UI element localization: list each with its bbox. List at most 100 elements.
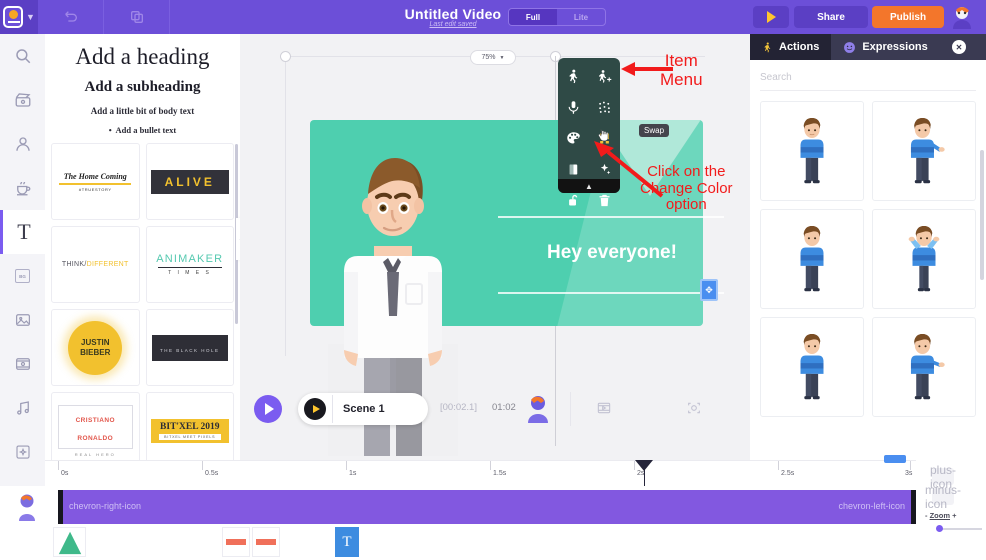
close-panel-button[interactable]: ✕ — [952, 40, 966, 54]
panel-scrollbar[interactable] — [980, 150, 984, 280]
list-item[interactable] — [872, 209, 976, 309]
chevron-up-icon: ▲ — [585, 181, 593, 191]
sidebar-item-music[interactable] — [0, 386, 45, 430]
left-tool-rail: T BG — [0, 34, 45, 518]
list-item[interactable] — [53, 527, 86, 557]
template-line-1: JUSTIN — [81, 337, 110, 347]
template-line-2: #TRUESTORY — [78, 186, 112, 192]
sidebar-item-search[interactable] — [0, 34, 45, 78]
list-item[interactable] — [872, 317, 976, 417]
effects-icon — [600, 163, 611, 175]
character-stand-icon — [800, 118, 824, 184]
list-item[interactable] — [760, 209, 864, 309]
sidebar-item-image[interactable] — [0, 298, 45, 342]
list-item[interactable]: BIT'XEL 2019 BITXEL MEET PIXELS — [145, 392, 234, 460]
list-item[interactable] — [252, 527, 280, 557]
green-triangle-icon — [58, 531, 82, 555]
right-panel: Actions Expressions ✕ Search — [750, 34, 986, 460]
sidebar-item-video[interactable] — [0, 78, 45, 122]
tick-label: 3s — [905, 470, 913, 477]
search-input[interactable]: Search — [760, 72, 976, 91]
timeline-ruler[interactable]: 0s 0.5s 1s 1.5s 2s 2.5s 3s — [45, 460, 986, 486]
sidebar-item-video-clip[interactable] — [0, 342, 45, 386]
item-menu-voice[interactable] — [558, 95, 589, 120]
item-menu-animate[interactable] — [589, 95, 620, 120]
play-button[interactable] — [254, 395, 282, 423]
share-button[interactable]: Share — [794, 6, 868, 28]
list-item[interactable]: THINK/DIFFERENT — [51, 226, 140, 303]
music-note-icon — [16, 401, 29, 415]
sidebar-item-background[interactable]: BG — [0, 254, 45, 298]
add-body-text-option[interactable]: Add a little bit of body text — [45, 106, 240, 116]
layer-character-avatar[interactable] — [14, 492, 40, 522]
sidebar-item-character[interactable] — [0, 122, 45, 166]
chevron-down-icon[interactable]: ▼ — [26, 12, 35, 22]
red-bar-icon — [256, 539, 276, 545]
sidebar-item-props[interactable] — [0, 166, 45, 210]
template-line-1: BIT'XEL 2019 — [160, 421, 220, 432]
zoom-slider[interactable] — [936, 525, 982, 532]
item-menu-walk-action[interactable] — [558, 64, 589, 89]
scene-play-button[interactable] — [304, 398, 326, 420]
app-logo-button[interactable]: ▼ — [0, 0, 38, 34]
list-item[interactable]: CRISTIANO RONALDO REAL HERO — [51, 392, 140, 460]
sidebar-item-text[interactable]: T — [0, 210, 45, 254]
animaker-logo-icon — [3, 6, 24, 28]
scene-track[interactable]: chevron-right-icon chevron-left-icon — [58, 490, 916, 524]
zoom-out-button[interactable]: minus-icon — [925, 483, 961, 511]
zoom-level-selector[interactable]: 75% ▼ — [470, 50, 516, 65]
tab-expressions[interactable]: Expressions ✕ — [831, 34, 986, 60]
smiley-face-icon — [844, 41, 856, 53]
tab-actions[interactable]: Actions — [750, 34, 832, 60]
mode-full-option[interactable]: Full — [509, 9, 557, 25]
avatar[interactable] — [948, 4, 976, 30]
list-item[interactable]: JUSTIN BIEBER — [51, 309, 140, 386]
prop-icon — [16, 181, 30, 196]
zoom-minus-label[interactable]: - — [925, 511, 928, 520]
item-menu-add-action[interactable] — [589, 64, 620, 89]
chevron-right-icon[interactable]: chevron-right-icon — [69, 501, 141, 511]
add-subheading-option[interactable]: Add a subheading — [45, 79, 240, 96]
list-item[interactable]: The Home Coming #TRUESTORY — [51, 143, 140, 220]
timeline-tracks: chevron-right-icon chevron-left-icon T — [0, 486, 986, 560]
character-avatar-button[interactable] — [524, 394, 552, 424]
annotation-change-color: Click on the Change Color option — [640, 163, 733, 214]
mode-switch[interactable]: Full Lite — [508, 8, 606, 26]
list-item[interactable] — [760, 101, 864, 201]
list-item[interactable]: ALIVE — [145, 143, 234, 220]
list-item[interactable] — [760, 317, 864, 417]
item-menu-change-color[interactable] — [558, 126, 589, 151]
play-circle-icon — [264, 403, 274, 415]
duplicate-button[interactable] — [104, 0, 170, 34]
zoom-plus-label[interactable]: + — [952, 511, 956, 520]
timeline-chip[interactable] — [884, 455, 906, 463]
scene-thumbnail-button[interactable] — [596, 400, 612, 421]
selection-handle[interactable]: ✥ — [700, 279, 718, 301]
item-menu-collapse-button[interactable]: ▲ — [558, 179, 620, 193]
mode-lite-option[interactable]: Lite — [557, 9, 605, 25]
preview-button[interactable] — [753, 6, 789, 28]
list-item[interactable]: ANIMAKER T I M E S — [145, 226, 234, 303]
sidebar-item-effects[interactable] — [0, 430, 45, 474]
canvas-text-element[interactable]: Hey everyone! — [492, 242, 732, 264]
character-stand-icon — [800, 334, 824, 400]
add-heading-option[interactable]: Add a heading — [45, 44, 240, 70]
save-status: Last edit saved — [429, 21, 477, 28]
scene-selector[interactable]: Scene 1 — [298, 393, 428, 425]
template-line-1: ALIVE — [164, 174, 215, 189]
chevron-left-icon[interactable]: chevron-left-icon — [838, 501, 905, 511]
undo-button[interactable] — [38, 0, 104, 34]
zoom-slider-thumb[interactable] — [936, 525, 943, 532]
list-item[interactable] — [222, 527, 250, 557]
publish-button[interactable]: Publish — [872, 6, 944, 28]
walking-person-icon — [569, 69, 578, 84]
divider — [570, 392, 571, 426]
list-item[interactable] — [872, 101, 976, 201]
move-handle-icon: ✥ — [705, 284, 713, 295]
list-item[interactable]: THE BLACK HOLE — [145, 309, 234, 386]
list-item[interactable]: T — [335, 527, 359, 557]
add-bullet-text-option[interactable]: • Add a bullet text — [45, 125, 240, 135]
fit-to-screen-button[interactable] — [686, 400, 702, 421]
resize-handle-tl[interactable] — [280, 51, 291, 62]
template-line-1: ANIMAKER — [156, 252, 224, 265]
